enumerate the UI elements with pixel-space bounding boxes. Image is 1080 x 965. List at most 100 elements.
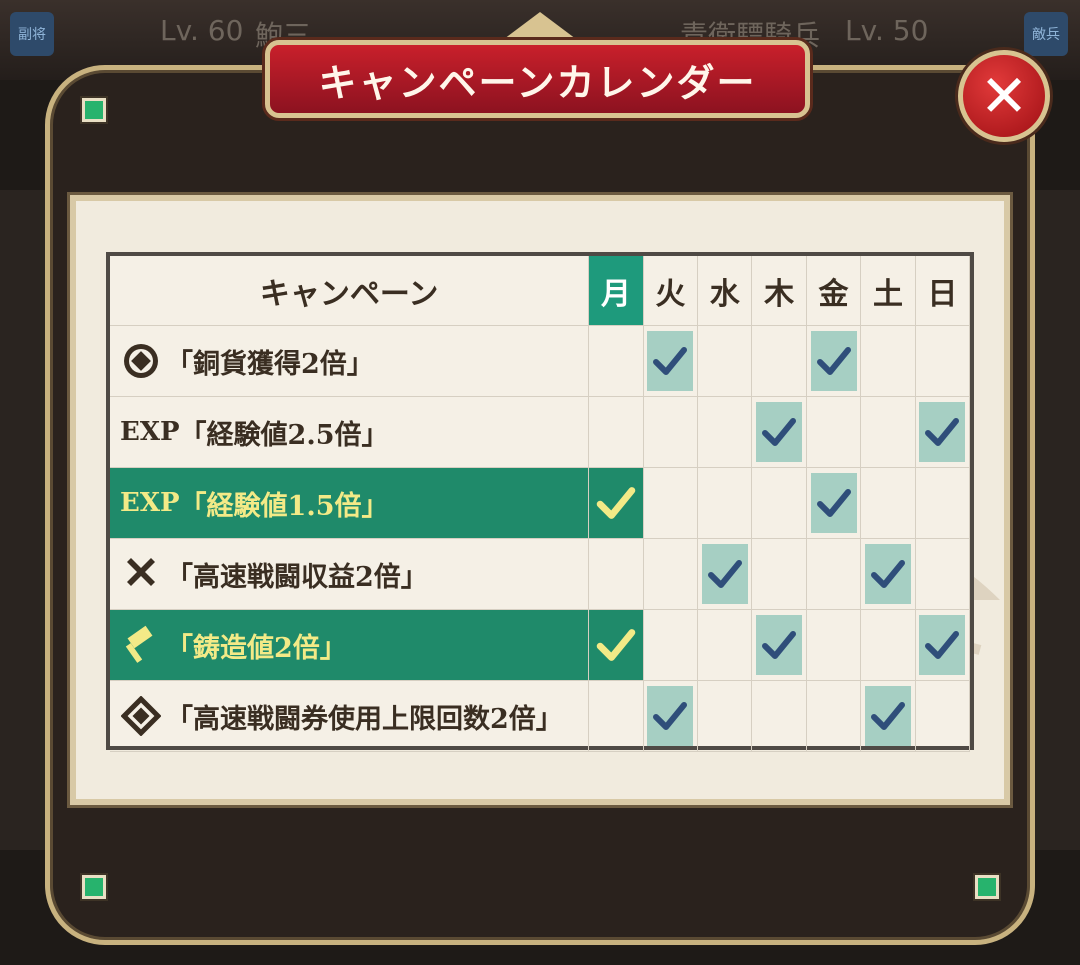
day-cell	[643, 681, 699, 752]
check-icon	[756, 402, 803, 462]
campaign-label: 「経験値2.5倍」	[179, 419, 389, 451]
day-cell	[915, 468, 970, 539]
campaign-row: 「高速戦闘収益2倍」	[110, 539, 970, 610]
day-cell	[861, 539, 916, 610]
day-cell	[698, 610, 753, 681]
campaign-name-cell: 「高速戦闘券使用上限回数2倍」	[110, 681, 590, 752]
left-level: Lv. 60	[160, 14, 244, 47]
crossed-swords-icon	[120, 553, 162, 595]
day-cell	[861, 468, 916, 539]
day-cell	[752, 539, 807, 610]
day-cell	[643, 326, 699, 397]
check-icon	[810, 473, 857, 533]
day-cell	[915, 539, 970, 610]
check-icon	[810, 331, 857, 391]
day-cell	[861, 681, 916, 752]
campaign-name-cell: 「鋳造値2倍」	[110, 610, 590, 681]
check-icon	[596, 628, 636, 662]
exp-icon: EXP	[120, 488, 180, 518]
table-header-row: キャンペーン 月火水木金土日	[110, 256, 971, 326]
day-cell	[806, 610, 862, 681]
campaign-name-cell: EXP 「経験値2.5倍」	[110, 397, 590, 468]
day-header: 水	[698, 256, 753, 326]
day-cell	[643, 397, 699, 468]
campaign-label: 「高速戦闘券使用上限回数2倍」	[166, 703, 563, 735]
check-icon	[864, 686, 911, 746]
day-cell	[752, 681, 807, 752]
day-cell	[589, 539, 644, 610]
day-cell	[752, 468, 807, 539]
vice-general-badge: 副将	[10, 12, 54, 56]
day-header: 火	[643, 256, 699, 326]
campaign-row: EXP 「経験値2.5倍」	[110, 397, 970, 468]
campaign-name-cell: 「銅貨獲得2倍」	[110, 326, 590, 397]
frame-gem	[82, 875, 106, 899]
title-banner: キャンペーンカレンダー	[265, 40, 810, 118]
campaign-calendar-table: キャンペーン 月火水木金土日 「銅貨獲得2倍」 EXP 「経験値2.5倍」 EXP 「経…	[106, 252, 974, 752]
day-cell	[915, 397, 970, 468]
day-cell	[698, 539, 753, 610]
day-cell	[643, 539, 699, 610]
check-icon	[701, 544, 748, 604]
campaign-column-header: キャンペーン	[110, 256, 590, 326]
right-level: Lv. 50	[845, 14, 929, 47]
copper-coin-icon	[120, 340, 162, 382]
campaign-label: 「鋳造値2倍」	[166, 632, 347, 664]
day-cell	[698, 326, 753, 397]
day-cell	[643, 610, 699, 681]
day-cell	[589, 610, 644, 681]
day-cell	[698, 468, 753, 539]
ticket-diamond-icon	[120, 695, 162, 737]
day-header: 土	[861, 256, 916, 326]
check-icon	[864, 544, 911, 604]
check-icon	[647, 686, 694, 746]
dialog-title: キャンペーンカレンダー	[318, 60, 757, 105]
day-cell	[806, 326, 862, 397]
check-icon	[919, 402, 966, 462]
day-cell	[915, 326, 970, 397]
day-cell	[752, 610, 807, 681]
day-cell	[698, 681, 753, 752]
day-header: 月	[589, 256, 644, 326]
campaign-row: 「高速戦闘券使用上限回数2倍」	[110, 681, 970, 752]
day-cell	[861, 610, 916, 681]
day-cell	[915, 681, 970, 752]
check-icon	[756, 615, 803, 675]
day-header: 木	[752, 256, 807, 326]
day-cell	[752, 326, 807, 397]
day-header: 金	[806, 256, 862, 326]
frame-gem	[82, 98, 106, 122]
day-cell	[589, 468, 644, 539]
campaign-row: EXP 「経験値1.5倍」	[110, 468, 970, 539]
campaign-name-cell: 「高速戦闘収益2倍」	[110, 539, 590, 610]
exp-icon: EXP	[120, 417, 180, 447]
check-icon	[647, 331, 694, 391]
campaign-label: 「経験値1.5倍」	[179, 490, 389, 522]
frame-gem	[975, 875, 999, 899]
campaign-row: 「銅貨獲得2倍」	[110, 326, 970, 397]
day-cell	[806, 468, 862, 539]
campaign-label: 「高速戦闘収益2倍」	[166, 561, 428, 593]
day-cell	[589, 681, 644, 752]
enemy-badge: 敵兵	[1024, 12, 1068, 56]
day-cell	[806, 397, 862, 468]
campaign-row: 「鋳造値2倍」	[110, 610, 970, 681]
hammer-icon	[120, 624, 162, 666]
day-cell	[806, 681, 862, 752]
check-icon	[919, 615, 966, 675]
day-cell	[643, 468, 699, 539]
day-cell	[752, 397, 807, 468]
day-cell	[861, 397, 916, 468]
day-cell	[915, 610, 970, 681]
day-cell	[589, 326, 644, 397]
check-icon	[596, 486, 636, 520]
campaign-label: 「銅貨獲得2倍」	[166, 348, 374, 380]
day-header: 日	[915, 256, 971, 326]
close-button[interactable]: ✕	[958, 50, 1050, 142]
day-cell	[698, 397, 753, 468]
day-cell	[861, 326, 916, 397]
day-cell	[806, 539, 862, 610]
day-cell	[589, 397, 644, 468]
campaign-name-cell: EXP 「経験値1.5倍」	[110, 468, 590, 539]
close-icon: ✕	[979, 62, 1029, 130]
